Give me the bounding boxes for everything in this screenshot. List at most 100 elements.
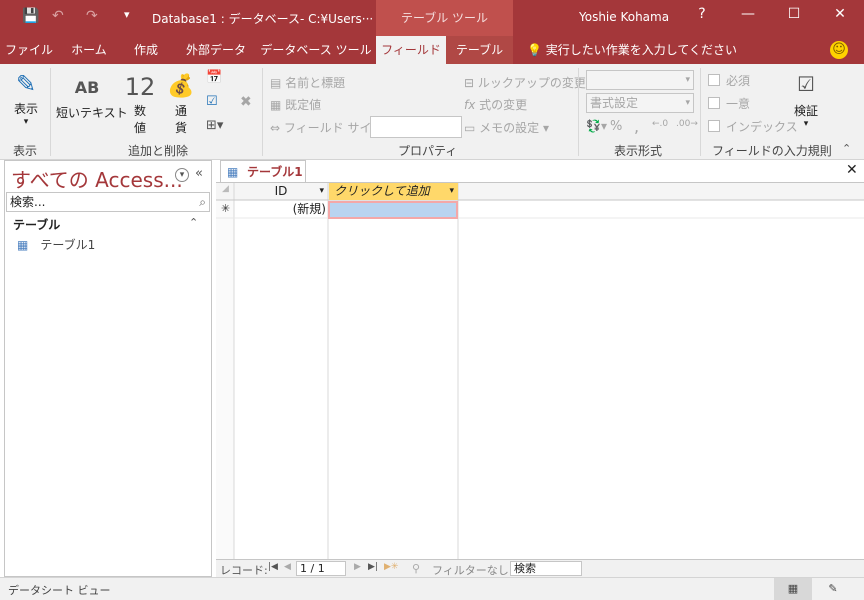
datasheet-view-icon: ▦ bbox=[787, 582, 799, 595]
unique-checkbox[interactable] bbox=[708, 97, 720, 109]
percent-button[interactable]: % bbox=[610, 119, 622, 134]
tab-file[interactable]: ファイル bbox=[0, 36, 58, 64]
nav-search-placeholder: 検索... bbox=[10, 195, 46, 209]
name-caption-button[interactable]: ▤ 名前と標題 bbox=[270, 74, 345, 91]
design-view-button[interactable]: ✎ bbox=[814, 578, 852, 600]
memo-button[interactable]: ▭ メモの設定 ▾ bbox=[464, 119, 549, 136]
tab-home[interactable]: ホーム bbox=[62, 36, 116, 64]
group-label-validation: フィールドの入力規則 bbox=[712, 144, 832, 158]
nav-item-table1[interactable]: ▦ テーブル1 bbox=[17, 236, 95, 253]
column-header-add[interactable]: クリックして追加 ▾ bbox=[329, 183, 458, 200]
minimize-button[interactable]: — bbox=[738, 6, 758, 22]
search-icon: ⌕ bbox=[199, 195, 206, 209]
field-size-label: ⇔ フィールド サイズ bbox=[270, 121, 384, 135]
validation-label: 検証 bbox=[793, 104, 818, 118]
next-record-icon[interactable]: ▶ bbox=[354, 562, 361, 572]
lookup-button[interactable]: ⊟ ルックアップの変更 bbox=[464, 74, 586, 91]
feedback-smiley-icon[interactable]: ☺ bbox=[830, 41, 848, 59]
indexed-checkbox[interactable] bbox=[708, 120, 720, 132]
design-view-icon: ✎ bbox=[828, 582, 838, 595]
undo-icon[interactable]: ↶ bbox=[52, 8, 64, 24]
status-view-label: データシート ビュー bbox=[8, 584, 111, 597]
navigation-pane: すべての Access... ▾ « 検索... ⌕ テーブル ⌃ ▦ テーブル1 bbox=[4, 160, 212, 577]
save-icon[interactable]: 💾 bbox=[22, 8, 39, 24]
new-record-icon[interactable]: ▶✳ bbox=[384, 562, 398, 572]
field-size-input[interactable] bbox=[370, 116, 462, 138]
group-divider bbox=[262, 68, 263, 156]
filter-status[interactable]: フィルターなし bbox=[432, 562, 509, 578]
increase-decimals-icon[interactable]: ←.0 bbox=[652, 119, 668, 129]
number-button[interactable]: 12 数 値 bbox=[122, 72, 158, 136]
tell-me-box[interactable]: 💡 実行したい作業を入力してください bbox=[527, 36, 737, 64]
group-divider bbox=[50, 68, 51, 156]
currency-icon: 💰 bbox=[167, 74, 195, 99]
data-type-combo[interactable]: ▾ bbox=[586, 70, 694, 90]
datasheet-view-button[interactable]: ▦ bbox=[774, 578, 812, 600]
number-icon: 12 bbox=[124, 73, 156, 101]
nav-section-tables[interactable]: テーブル bbox=[13, 216, 60, 233]
chevron-down-icon: ▾ bbox=[449, 186, 454, 196]
previous-record-icon[interactable]: ◀ bbox=[284, 562, 291, 572]
date-time-icon[interactable]: 📅 bbox=[206, 70, 222, 85]
comma-button[interactable]: , bbox=[634, 117, 639, 136]
column-header-id[interactable]: ID ▾ bbox=[234, 183, 328, 200]
default-value-button[interactable]: ▦ 既定値 bbox=[270, 96, 321, 113]
record-search-input[interactable]: 検索 bbox=[510, 561, 582, 576]
validation-icon: ☑ bbox=[797, 72, 815, 96]
redo-icon[interactable]: ↷ bbox=[86, 8, 98, 24]
new-record-add-cell[interactable] bbox=[328, 201, 458, 219]
name-caption-label: 名前と標題 bbox=[285, 76, 346, 90]
yes-no-icon[interactable]: ☑ bbox=[206, 94, 218, 109]
view-button[interactable]: ✎ 表示 ▾ bbox=[8, 70, 44, 127]
validation-button[interactable]: ☑ 検証 ▾ bbox=[790, 72, 822, 129]
document-tab-table1[interactable]: ▦ テーブル1 bbox=[220, 160, 306, 182]
chevron-down-icon: ▾ bbox=[319, 186, 324, 196]
maximize-button[interactable]: ☐ bbox=[784, 6, 804, 22]
close-button[interactable]: ✕ bbox=[830, 6, 850, 22]
short-text-icon: AB bbox=[74, 78, 100, 97]
tab-external-data[interactable]: 外部データ bbox=[176, 36, 256, 64]
grid-lines bbox=[216, 183, 864, 560]
currency-button[interactable]: 💰 通 貨 bbox=[164, 72, 198, 136]
format-combo[interactable]: 書式設定 ▾ bbox=[586, 93, 694, 113]
select-all-icon[interactable]: ◢ bbox=[222, 184, 229, 194]
datasheet-grid: ◢ ID ▾ クリックして追加 ▾ ✳ (新規) bbox=[216, 182, 864, 560]
shutter-bar-close-icon[interactable]: « bbox=[195, 166, 203, 181]
first-record-icon[interactable]: |◀ bbox=[268, 562, 278, 572]
delete-icon[interactable]: ✖ bbox=[240, 94, 252, 110]
currency-format-icon[interactable]: 💱▾ bbox=[586, 119, 607, 133]
short-text-button[interactable]: AB 短いテキスト bbox=[56, 74, 128, 121]
tab-fields[interactable]: フィールド bbox=[376, 36, 446, 64]
nav-menu-icon[interactable]: ▾ bbox=[175, 168, 189, 182]
filter-icon: ⚲ bbox=[412, 562, 421, 575]
tab-database-tools[interactable]: データベース ツール bbox=[260, 36, 372, 64]
tab-create[interactable]: 作成 bbox=[120, 36, 172, 64]
collapse-ribbon-icon[interactable]: ⌃ bbox=[842, 142, 851, 155]
required-checkbox[interactable] bbox=[708, 74, 720, 86]
column-header-label: クリックして追加 bbox=[334, 184, 430, 198]
expression-button[interactable]: fx 式の変更 bbox=[464, 96, 527, 113]
memo-label: メモの設定 bbox=[479, 121, 540, 135]
record-number-input[interactable]: 1 / 1 bbox=[296, 561, 346, 576]
section-collapse-icon[interactable]: ⌃ bbox=[189, 216, 198, 229]
indexed-label: インデックス bbox=[726, 120, 798, 134]
group-label-add-delete: 追加と削除 bbox=[128, 144, 189, 158]
ribbon: ✎ 表示 ▾ 表示 AB 短いテキスト 12 数 値 💰 通 貨 📅 ☑ ⊞▾ … bbox=[0, 64, 864, 160]
more-fields-icon[interactable]: ⊞▾ bbox=[206, 118, 223, 133]
nav-pane-title[interactable]: すべての Access... bbox=[11, 164, 183, 193]
group-divider bbox=[700, 68, 701, 156]
currency-label-2: 貨 bbox=[174, 121, 187, 135]
column-header-label: ID bbox=[274, 184, 288, 198]
customize-quick-access-icon[interactable]: ▾ bbox=[124, 8, 130, 21]
currency-label-1: 通 bbox=[174, 104, 187, 118]
new-record-id-cell[interactable]: (新規) bbox=[234, 201, 328, 218]
decrease-decimals-icon[interactable]: .00→ bbox=[676, 119, 698, 129]
help-button[interactable]: ? bbox=[692, 6, 712, 22]
user-name[interactable]: Yoshie Kohama bbox=[579, 10, 669, 24]
nav-search-input[interactable]: 検索... ⌕ bbox=[6, 192, 210, 212]
datasheet-view-icon: ✎ bbox=[15, 70, 37, 98]
function-icon: fx bbox=[464, 98, 480, 112]
tab-table[interactable]: テーブル bbox=[446, 36, 513, 64]
close-document-icon[interactable]: ✕ bbox=[846, 162, 858, 178]
last-record-icon[interactable]: ▶| bbox=[368, 562, 378, 572]
